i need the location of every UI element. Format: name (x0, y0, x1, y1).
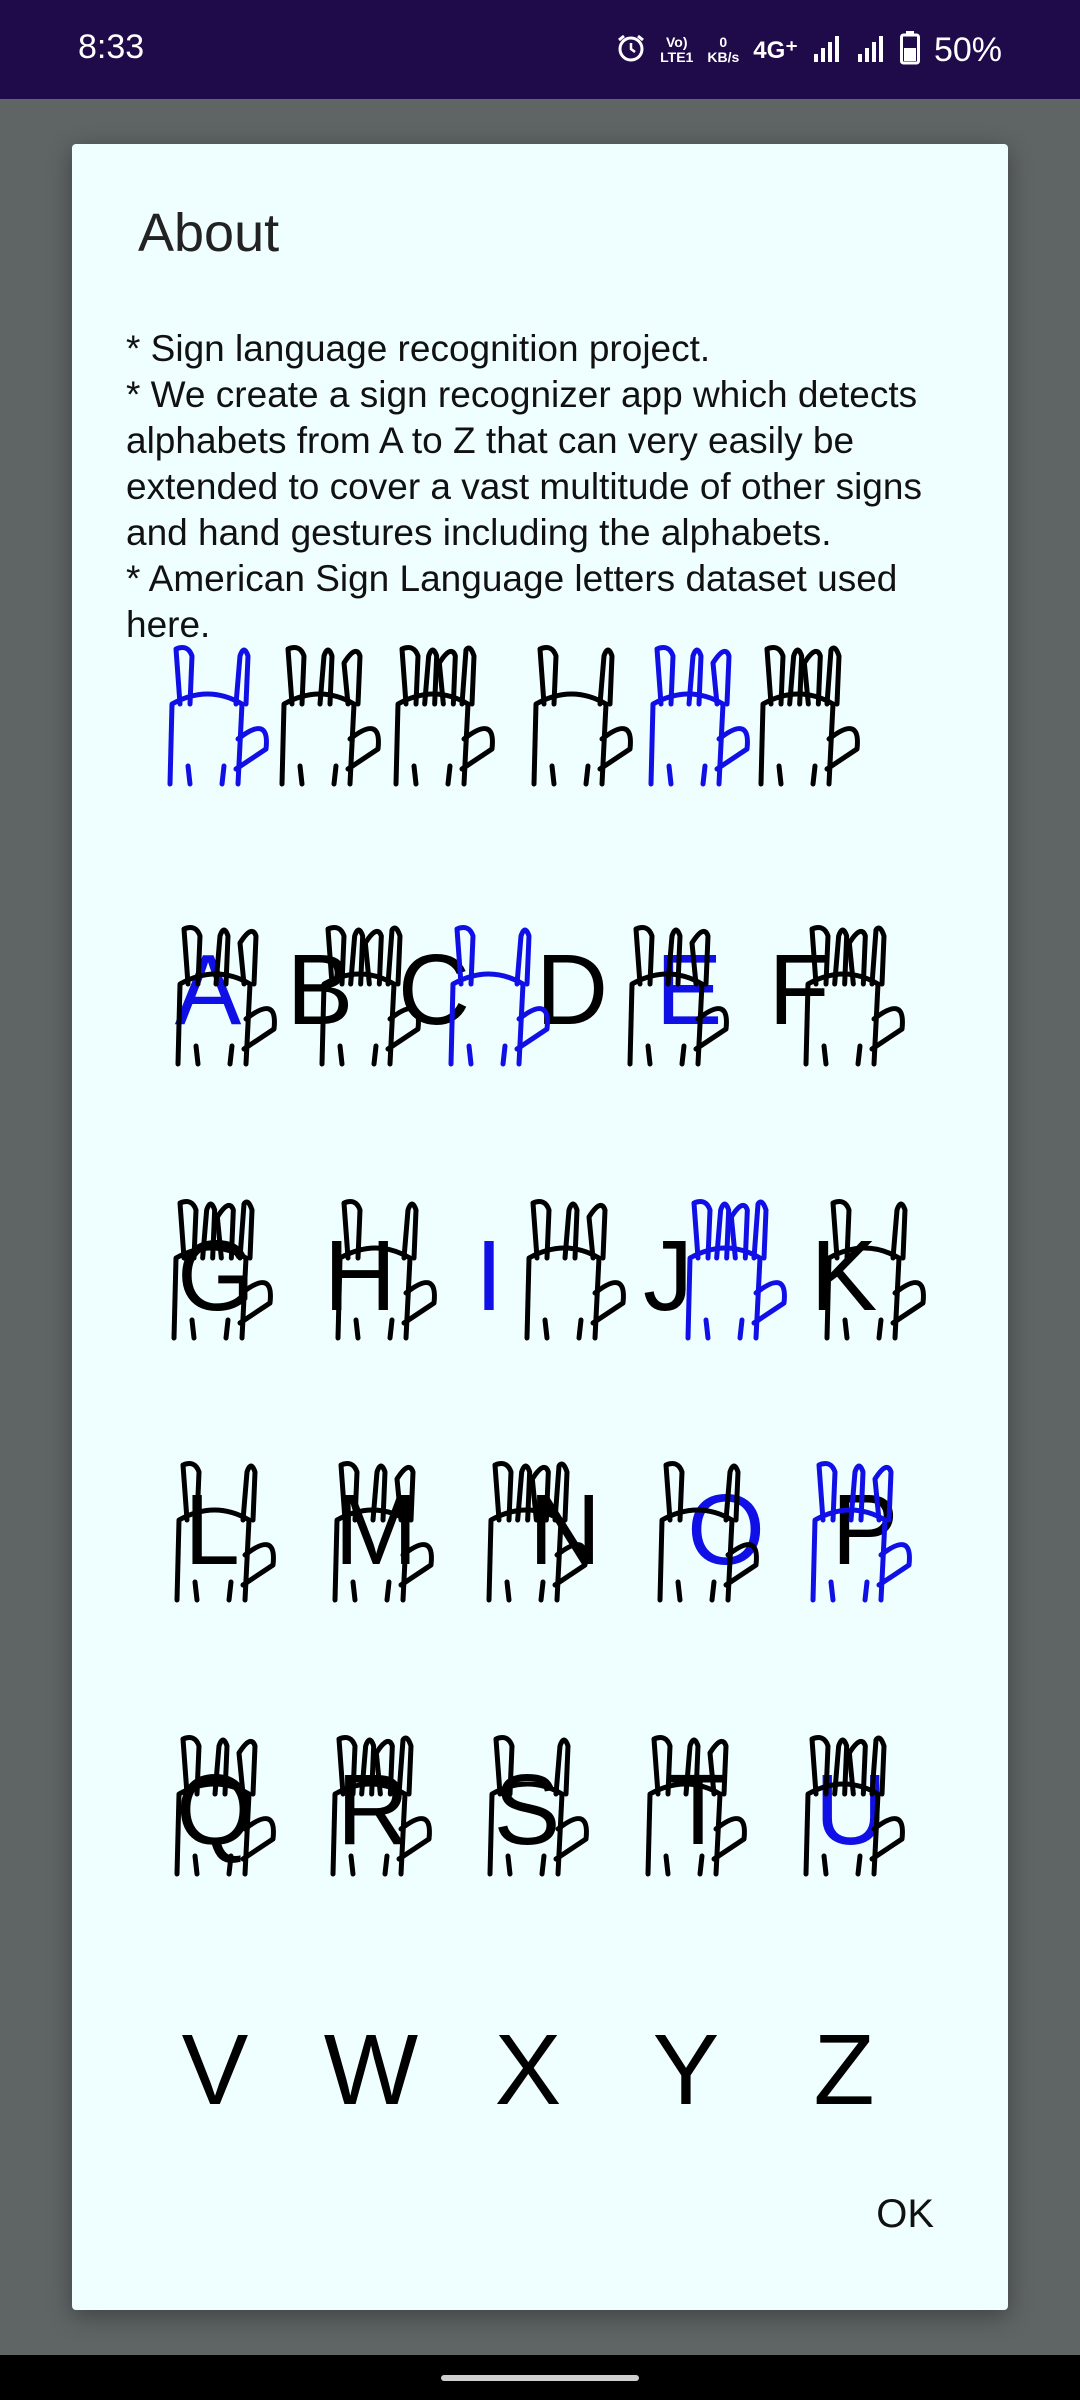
data-speed-unit: KB/s (707, 49, 740, 65)
letter-j: J (643, 1220, 693, 1332)
letter-s: S (494, 1754, 561, 1866)
asl-alphabet-chart: A B C D E FG H I J KL M N O PQ R S T UV W X Y Z (167, 645, 926, 2126)
data-speed-icon: 0 KB/s (707, 35, 739, 65)
volte-sublabel: LTE1 (660, 49, 694, 65)
volte-label: Vo) (665, 34, 688, 50)
battery-icon (899, 30, 920, 70)
letter-z: Z (813, 2014, 874, 2126)
alarm-icon (616, 33, 646, 68)
hand-sign-b-icon (279, 645, 381, 787)
letter-k: K (811, 1220, 878, 1332)
home-gesture-handle[interactable] (441, 2375, 639, 2381)
hand-sign-c-icon (393, 645, 495, 787)
letter-w: W (324, 2014, 419, 2126)
letter-y: Y (653, 2014, 720, 2126)
hand-sign-o-icon (685, 1199, 787, 1341)
volte-icon: Vo) LTE1 (660, 35, 693, 65)
hand-sign-d-icon (531, 645, 633, 787)
data-speed-value: 0 (719, 34, 728, 50)
network-type: 4G⁺ (753, 36, 798, 64)
hand-sign-a-icon (167, 645, 269, 787)
status-time: 8:33 (78, 28, 145, 66)
letter-l: L (184, 1474, 240, 1586)
status-bar: 8:33 Vo) LTE1 0 KB/s 4G⁺ 50% (0, 0, 1080, 99)
ok-button[interactable]: OK (864, 2184, 946, 2245)
letter-v: V (182, 2014, 249, 2126)
letter-e: E (656, 934, 723, 1046)
letter-i: I (475, 1220, 503, 1332)
hand-sign-e-icon (648, 645, 750, 787)
letter-x: X (495, 2014, 562, 2126)
hand-sign-n-icon (524, 1199, 626, 1341)
letter-f: F (768, 934, 829, 1046)
status-icons: Vo) LTE1 0 KB/s 4G⁺ 50% (616, 20, 1002, 80)
battery-percent: 50% (933, 30, 1002, 69)
navigation-bar (0, 2355, 1080, 2400)
hand-sign-f-icon (758, 645, 860, 787)
signal-icon (856, 34, 886, 67)
signal-icon (812, 34, 842, 67)
about-dialog: About * Sign language recognition projec… (72, 144, 1008, 2310)
